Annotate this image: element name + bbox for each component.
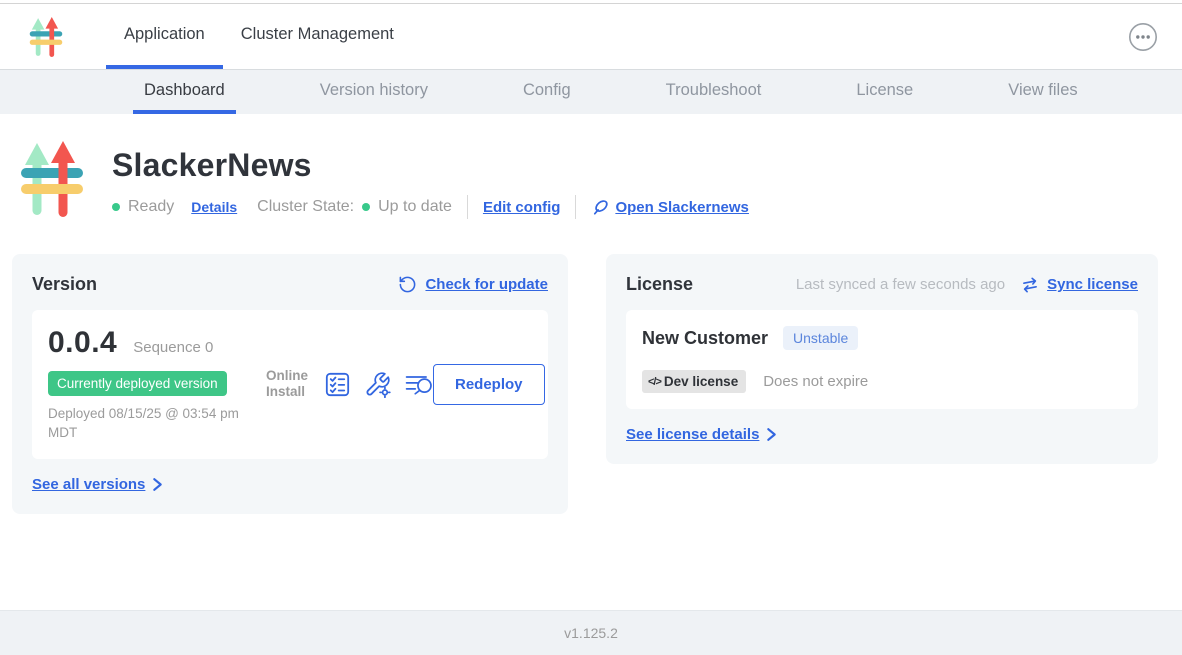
status-divider bbox=[467, 195, 468, 219]
deployed-timestamp: Deployed 08/15/25 @ 03:54 pm MDT bbox=[48, 405, 253, 443]
version-card: Version Check for update 0.0.4 Seque bbox=[12, 254, 568, 514]
see-license-details-link[interactable]: See license details bbox=[626, 426, 777, 443]
preflight-checks-icon[interactable] bbox=[324, 371, 351, 398]
subnav-view-files-label: View files bbox=[1008, 81, 1077, 100]
view-diff-icon[interactable] bbox=[404, 371, 433, 397]
license-card-title: License bbox=[626, 274, 693, 295]
page-title: SlackerNews bbox=[112, 147, 749, 184]
version-sequence: Sequence 0 bbox=[133, 339, 213, 356]
sync-license-label: Sync license bbox=[1047, 276, 1138, 293]
see-license-details-label: See license details bbox=[626, 426, 759, 443]
details-link[interactable]: Details bbox=[191, 199, 237, 215]
slackernews-logo-icon bbox=[18, 139, 86, 219]
status-divider bbox=[575, 195, 576, 219]
sync-arrows-icon bbox=[1021, 276, 1039, 294]
license-type-badge: </> Dev license bbox=[642, 370, 746, 393]
check-for-update-label: Check for update bbox=[425, 276, 548, 293]
tab-cluster-management[interactable]: Cluster Management bbox=[223, 4, 412, 69]
app-subnav: Dashboard Version history Config Trouble… bbox=[0, 69, 1182, 114]
license-expiration: Does not expire bbox=[763, 373, 868, 390]
last-synced-text: Last synced a few seconds ago bbox=[796, 276, 1005, 293]
subnav-dashboard[interactable]: Dashboard bbox=[133, 70, 236, 114]
subnav-config[interactable]: Config bbox=[512, 70, 582, 114]
subnav-troubleshoot-label: Troubleshoot bbox=[666, 81, 762, 100]
subnav-troubleshoot[interactable]: Troubleshoot bbox=[655, 70, 773, 114]
cluster-state-text: Up to date bbox=[378, 198, 452, 216]
subnav-license[interactable]: License bbox=[845, 70, 924, 114]
redeploy-button[interactable]: Redeploy bbox=[433, 364, 545, 405]
check-for-update-link[interactable]: Check for update bbox=[398, 275, 548, 294]
chevron-right-icon bbox=[152, 477, 163, 492]
cluster-state-dot-icon bbox=[362, 203, 370, 211]
current-version-panel: 0.0.4 Sequence 0 Currently deployed vers… bbox=[32, 310, 548, 459]
channel-badge: Unstable bbox=[783, 326, 858, 350]
app-status-text: Ready bbox=[128, 198, 174, 216]
dashboard-main: SlackerNews Ready Details Cluster State:… bbox=[0, 114, 1182, 610]
app-status-dot-icon bbox=[112, 203, 120, 211]
dashboard-cards: Version Check for update 0.0.4 Seque bbox=[12, 254, 1170, 514]
cluster-state-label: Cluster State: bbox=[257, 198, 354, 216]
console-version: v1.125.2 bbox=[564, 625, 618, 641]
license-card: License Last synced a few seconds ago bbox=[606, 254, 1158, 464]
tab-cluster-management-label: Cluster Management bbox=[241, 25, 394, 44]
customer-name: New Customer bbox=[642, 328, 768, 349]
see-all-versions-link[interactable]: See all versions bbox=[32, 476, 163, 493]
app-header: Application Cluster Management bbox=[0, 4, 1182, 69]
subnav-license-label: License bbox=[856, 81, 913, 100]
deployed-status-badge: Currently deployed version bbox=[48, 371, 227, 396]
subnav-config-label: Config bbox=[523, 81, 571, 100]
chevron-right-icon bbox=[766, 427, 777, 442]
version-card-title: Version bbox=[32, 274, 97, 295]
code-icon: </> bbox=[648, 376, 661, 388]
overflow-menu-button[interactable] bbox=[1128, 22, 1158, 52]
open-app-link[interactable]: Open Slackernews bbox=[591, 198, 748, 217]
status-row: Ready Details Cluster State: Up to date … bbox=[112, 195, 749, 219]
footer: v1.125.2 bbox=[0, 610, 1182, 655]
tab-application-label: Application bbox=[124, 25, 205, 44]
subnav-dashboard-label: Dashboard bbox=[144, 81, 225, 100]
install-type-label: Online Install bbox=[266, 368, 316, 400]
license-panel: New Customer Unstable </> Dev license Do… bbox=[626, 310, 1138, 409]
app-logo-icon bbox=[28, 16, 64, 58]
version-number: 0.0.4 bbox=[48, 326, 117, 360]
external-link-icon bbox=[591, 198, 610, 217]
config-wrench-icon[interactable] bbox=[364, 371, 391, 398]
refresh-icon bbox=[398, 275, 417, 294]
subnav-version-history-label: Version history bbox=[320, 81, 428, 100]
primary-tabs: Application Cluster Management bbox=[106, 4, 412, 69]
open-app-label: Open Slackernews bbox=[615, 199, 748, 216]
edit-config-link[interactable]: Edit config bbox=[483, 199, 561, 216]
see-all-versions-label: See all versions bbox=[32, 476, 145, 493]
license-type-label: Dev license bbox=[664, 374, 738, 389]
app-hero: SlackerNews Ready Details Cluster State:… bbox=[0, 114, 1182, 219]
sync-license-link[interactable]: Sync license bbox=[1021, 276, 1138, 294]
ellipsis-icon bbox=[1128, 22, 1158, 52]
subnav-view-files[interactable]: View files bbox=[997, 70, 1088, 114]
subnav-version-history[interactable]: Version history bbox=[309, 70, 439, 114]
tab-application[interactable]: Application bbox=[106, 4, 223, 69]
